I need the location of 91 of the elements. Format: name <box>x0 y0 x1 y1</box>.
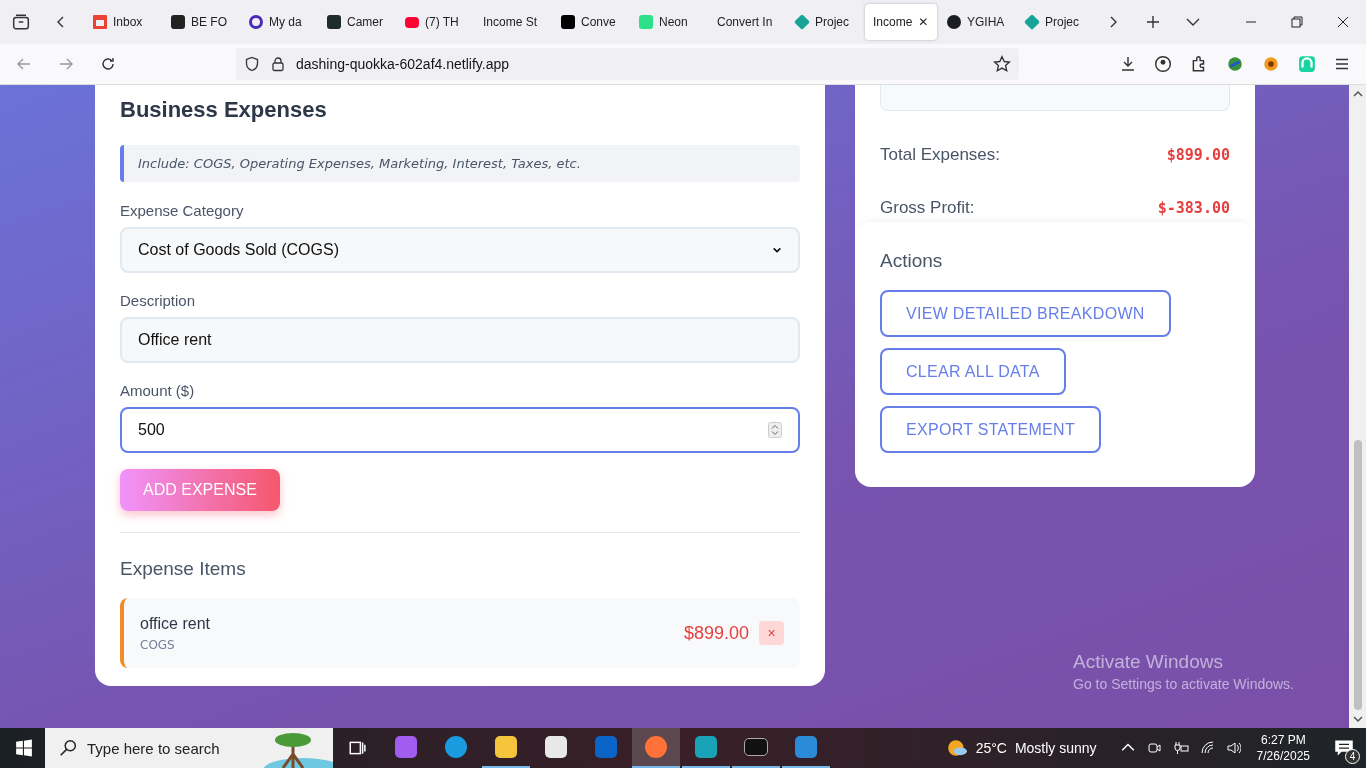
app-icon <box>545 736 567 758</box>
close-icon[interactable] <box>1337 16 1349 28</box>
chevron-down-icon <box>772 245 782 255</box>
browser-tab[interactable]: Conve <box>553 4 629 40</box>
browser-tab[interactable]: My da <box>241 4 317 40</box>
app-icon <box>744 738 768 756</box>
item-category: COGS <box>140 637 176 652</box>
back-icon[interactable] <box>16 56 32 72</box>
globe-icon[interactable] <box>1226 55 1244 73</box>
close-tab-button[interactable]: ✕ <box>918 15 929 29</box>
field-label: Expense Category <box>120 202 245 219</box>
app-icon <box>695 736 717 758</box>
search-icon <box>59 739 77 757</box>
browser-tab[interactable]: Camer <box>319 4 395 40</box>
battery-plug-icon[interactable] <box>1172 741 1189 755</box>
lock-icon[interactable] <box>270 56 286 72</box>
browser-tab[interactable]: Projec <box>1017 4 1093 40</box>
camera-icon[interactable] <box>1146 741 1161 755</box>
scrollbar[interactable] <box>1349 85 1366 728</box>
section-title: Actions <box>880 250 943 272</box>
app-icon <box>595 736 617 758</box>
summary-value: $899.00 <box>1166 146 1230 164</box>
category-dropdown[interactable]: Cost of Goods Sold (COGS) <box>120 227 800 273</box>
browser-tab[interactable]: (7) TH <box>397 4 473 40</box>
download-icon[interactable] <box>1120 56 1136 72</box>
app-icon <box>395 736 417 758</box>
browser-tab[interactable]: Income ✕ <box>865 4 937 40</box>
temperature-text[interactable]: 25°C <box>975 740 1007 756</box>
input-field[interactable]: Office rent <box>120 317 800 363</box>
item-amount: $899.00 <box>683 622 749 644</box>
summary-label: Total Expenses: <box>880 145 1000 165</box>
shield-icon[interactable] <box>244 56 260 72</box>
site-icon <box>93 15 107 29</box>
clock-date[interactable]: 7/26/2025 <box>1256 748 1310 764</box>
tab-list-icon[interactable] <box>12 13 30 31</box>
action-button[interactable]: VIEW DETAILED BREAKDOWN <box>880 290 1171 337</box>
app-icon <box>495 736 517 758</box>
menu-icon[interactable] <box>1334 56 1350 72</box>
site-icon <box>1024 14 1040 30</box>
extension-icon[interactable] <box>1262 55 1280 73</box>
browser-tab[interactable]: Convert In <box>709 4 785 40</box>
site-icon <box>249 15 263 29</box>
site-icon <box>171 15 185 29</box>
address-bar[interactable]: dashing-quokka-602af4.netlify.app <box>236 48 1019 80</box>
number-field[interactable]: 500 <box>120 407 800 453</box>
summary-value: $-383.00 <box>1157 199 1230 217</box>
browser-tab[interactable]: Income St <box>475 4 551 40</box>
bookmark-star-icon[interactable] <box>993 55 1011 73</box>
site-icon <box>639 15 653 29</box>
notification-count: 4 <box>1345 749 1360 764</box>
site-icon <box>561 15 575 29</box>
taskbar-search-field[interactable]: Type here to search <box>45 728 333 768</box>
browser-tab[interactable]: Inbox <box>85 4 161 40</box>
app-icon <box>795 736 817 758</box>
task-view-icon[interactable] <box>348 739 366 757</box>
notifications-icon[interactable] <box>1334 738 1354 758</box>
weather-text[interactable]: Mostly sunny <box>1014 740 1097 756</box>
reload-icon[interactable] <box>100 56 116 72</box>
section-title: Business Expenses <box>120 97 328 123</box>
action-button[interactable]: EXPORT STATEMENT <box>880 406 1101 453</box>
scroll-up-icon[interactable] <box>1352 89 1363 99</box>
restore-icon[interactable] <box>1291 16 1303 28</box>
action-button[interactable]: CLEAR ALL DATA <box>880 348 1066 395</box>
site-icon <box>327 15 341 29</box>
site-icon <box>794 14 810 30</box>
activation-title: Activate Windows <box>1073 651 1224 673</box>
browser-tab[interactable]: Neon <box>631 4 707 40</box>
app-icon <box>645 736 667 758</box>
browser-tab[interactable]: BE FO <box>163 4 239 40</box>
browser-tab[interactable]: Projec <box>787 4 863 40</box>
summary-label: Gross Profit: <box>880 198 975 218</box>
field-label: Description <box>120 292 197 309</box>
field-label: Amount ($) <box>120 382 196 399</box>
scroll-down-icon[interactable] <box>1352 714 1363 724</box>
weather-icon[interactable] <box>945 737 968 759</box>
forward-icon[interactable] <box>58 56 74 72</box>
app-icon <box>445 736 467 758</box>
clock-time[interactable]: 6:27 PM <box>1260 732 1306 748</box>
windows-start-icon[interactable] <box>15 739 33 757</box>
scrollbar-thumb[interactable] <box>1353 440 1362 710</box>
site-icon <box>405 16 419 28</box>
section-title: Expense Items <box>120 558 247 580</box>
site-icon <box>947 15 961 29</box>
new-tab-icon[interactable] <box>1145 14 1161 30</box>
browser-tab[interactable]: YGIHA <box>939 4 1015 40</box>
wifi-icon[interactable] <box>1200 741 1215 755</box>
item-name: office rent <box>140 614 211 633</box>
account-icon[interactable] <box>1154 55 1172 73</box>
activation-text: Go to Settings to activate Windows. <box>1073 676 1294 692</box>
volume-icon[interactable] <box>1226 741 1241 755</box>
info-note: Include: COGS, Operating Expenses, Marketing, Interest, Taxes, etc. <box>120 145 800 182</box>
